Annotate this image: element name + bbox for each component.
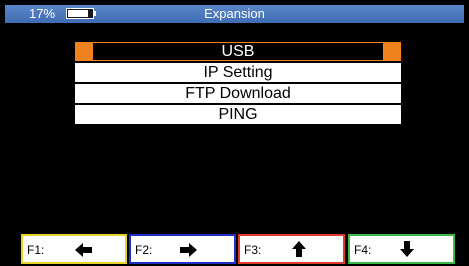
device-screen: 17% Expansion USB IP Setting FTP Downloa… — [0, 0, 469, 266]
f3-up-key[interactable]: F3: — [238, 234, 345, 264]
f2-right-key[interactable]: F2: — [129, 234, 236, 264]
f3-label: F3: — [244, 243, 262, 257]
screen-title: Expansion — [204, 6, 265, 21]
f2-label: F2: — [135, 243, 153, 257]
expansion-menu: USB IP Setting FTP Download PING — [75, 42, 401, 126]
f1-label: F1: — [27, 243, 45, 257]
f1-left-key[interactable]: F1: — [21, 234, 127, 264]
function-key-bar: F1: F2: F3: F4: — [0, 233, 469, 266]
arrow-up-icon — [292, 241, 306, 257]
f4-down-key[interactable]: F4: — [348, 234, 455, 264]
arrow-down-icon — [400, 241, 414, 257]
menu-item-usb[interactable]: USB — [75, 42, 401, 61]
menu-item-ip-setting[interactable]: IP Setting — [75, 63, 401, 82]
arrow-right-icon — [180, 243, 197, 257]
menu-item-ftp-download[interactable]: FTP Download — [75, 84, 401, 103]
f4-label: F4: — [354, 243, 372, 257]
menu-item-label: USB — [93, 43, 383, 60]
menu-item-ping[interactable]: PING — [75, 105, 401, 124]
title-bar: 17% Expansion — [5, 5, 464, 23]
arrow-left-icon — [75, 243, 92, 257]
